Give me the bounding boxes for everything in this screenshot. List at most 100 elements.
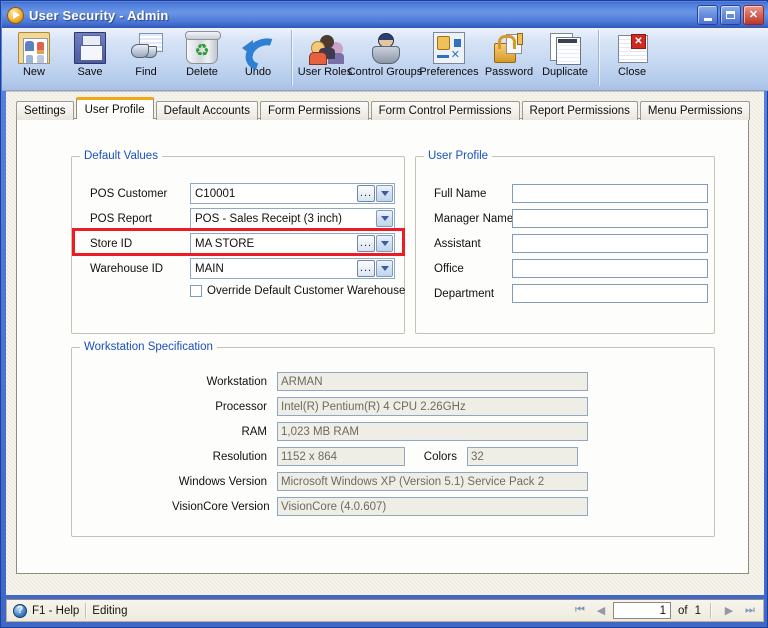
duplicate-button[interactable]: Duplicate xyxy=(537,28,593,78)
close-form-button[interactable]: Close xyxy=(604,28,660,78)
field-row-ram: RAM 1,023 MB RAM xyxy=(172,422,588,441)
warehouse-id-label: Warehouse ID xyxy=(90,262,164,275)
toolbar-separator xyxy=(291,30,292,86)
help-cell[interactable]: ? F1 - Help xyxy=(7,600,79,621)
save-button[interactable]: Save xyxy=(62,28,118,78)
override-checkbox[interactable] xyxy=(190,285,202,297)
find-button-label: Find xyxy=(135,66,157,78)
minimize-button[interactable] xyxy=(697,5,718,25)
tab-label: User Profile xyxy=(84,103,145,116)
tab-label: Form Control Permissions xyxy=(378,105,512,117)
record-pager: ⏮ ◀ 1 of 1 ▶ ⏭ xyxy=(571,600,759,621)
workstation-label: Workstation xyxy=(206,375,267,388)
visioncore-version-label: VisionCore Version xyxy=(172,500,270,513)
title-bar[interactable]: User Security - Admin ✕ xyxy=(2,2,768,28)
store-id-dropdown-button[interactable] xyxy=(376,235,393,252)
binoculars-icon xyxy=(130,32,163,64)
tab-label: Settings xyxy=(24,105,66,117)
status-bar: ? F1 - Help Editing ⏮ ◀ 1 of 1 ▶ ⏭ xyxy=(6,599,764,622)
window-controls: ✕ xyxy=(697,5,764,25)
tab-strip: Settings User Profile Default Accounts F… xyxy=(16,97,752,120)
warehouse-id-value: MAIN xyxy=(192,260,357,277)
store-id-ellipsis-button[interactable]: ... xyxy=(357,235,375,252)
department-label: Department xyxy=(434,287,495,300)
tab-label: Default Accounts xyxy=(163,105,250,117)
next-page-icon[interactable]: ▶ xyxy=(720,602,738,620)
pos-report-dropdown-button[interactable] xyxy=(376,210,393,227)
preferences-button[interactable]: Preferences xyxy=(417,28,481,78)
ram-value: 1,023 MB RAM xyxy=(277,422,588,441)
pos-customer-ellipsis-button[interactable]: ... xyxy=(357,185,375,202)
office-input[interactable] xyxy=(512,259,708,278)
pos-customer-dropdown-button[interactable] xyxy=(376,185,393,202)
delete-button-label: Delete xyxy=(186,66,218,78)
mode-label: Editing xyxy=(92,604,128,617)
warehouse-id-combo[interactable]: MAIN ... xyxy=(190,258,395,279)
field-row-visioncore-version: VisionCore Version VisionCore (4.0.607) xyxy=(172,497,588,516)
pos-report-label: POS Report xyxy=(90,212,152,225)
question-mark-icon: ? xyxy=(13,603,27,618)
current-page-input[interactable]: 1 xyxy=(613,602,671,619)
assistant-input[interactable] xyxy=(512,234,708,253)
toolbar-group-file: New Save Find Delete Undo xyxy=(6,28,286,78)
field-row-processor: Processor Intel(R) Pentium(R) 4 CPU 2.26… xyxy=(172,397,588,416)
workstation-value: ARMAN xyxy=(277,372,588,391)
tab-default-accounts[interactable]: Default Accounts xyxy=(155,101,258,120)
chevron-down-icon xyxy=(380,216,389,221)
client-area: Settings User Profile Default Accounts F… xyxy=(6,91,764,595)
tab-settings[interactable]: Settings xyxy=(16,101,74,120)
assistant-label: Assistant xyxy=(434,237,481,250)
pos-report-combo[interactable]: POS - Sales Receipt (3 inch) xyxy=(190,208,395,229)
window-title: User Security - Admin xyxy=(29,7,169,23)
new-button[interactable]: New xyxy=(6,28,62,78)
full-name-input[interactable] xyxy=(512,184,708,203)
pager-divider xyxy=(710,603,711,618)
control-groups-button[interactable]: Control Groups xyxy=(348,28,422,78)
pager-total-label: 1 xyxy=(694,604,701,617)
duplicate-pages-icon xyxy=(549,32,581,65)
store-id-combo[interactable]: MA STORE ... xyxy=(190,233,395,254)
store-id-label: Store ID xyxy=(90,237,133,250)
password-button[interactable]: Password xyxy=(481,28,537,78)
tab-form-permissions[interactable]: Form Permissions xyxy=(259,101,369,120)
delete-button[interactable]: Delete xyxy=(174,28,230,78)
field-row-warehouse-id: Warehouse ID MAIN ... xyxy=(90,258,395,279)
tab-user-profile[interactable]: User Profile xyxy=(75,97,154,119)
override-default-customer-warehouse-row[interactable]: Override Default Customer Warehouse xyxy=(190,285,405,297)
warehouse-id-dropdown-button[interactable] xyxy=(376,260,393,277)
last-page-icon[interactable]: ⏭ xyxy=(741,602,759,620)
pos-customer-combo[interactable]: C10001 ... xyxy=(190,183,395,204)
pos-customer-label: POS Customer xyxy=(90,187,168,200)
manager-name-input[interactable] xyxy=(512,209,708,228)
workstation-specification-group: Workstation Specification Workstation AR… xyxy=(71,341,715,537)
field-row-office: Office xyxy=(434,259,708,278)
first-page-icon[interactable]: ⏮ xyxy=(571,602,589,620)
recycle-bin-icon xyxy=(185,31,221,64)
windows-version-value: Microsoft Windows XP (Version 5.1) Servi… xyxy=(277,472,588,491)
previous-page-icon[interactable]: ◀ xyxy=(592,602,610,620)
visioncore-version-value: VisionCore (4.0.607) xyxy=(277,497,588,516)
tab-menu-permissions[interactable]: Menu Permissions xyxy=(639,101,751,120)
toolbar: New Save Find Delete Undo Us xyxy=(2,28,768,91)
toolbar-group-security: User Roles Control Groups Preferences Pa… xyxy=(297,28,593,78)
toolbar-group-close: Close xyxy=(604,28,660,78)
department-input[interactable] xyxy=(512,284,708,303)
password-button-label: Password xyxy=(484,66,534,78)
windows-version-label: Windows Version xyxy=(178,475,267,488)
warehouse-id-ellipsis-button[interactable]: ... xyxy=(357,260,375,277)
user-roles-button[interactable]: User Roles xyxy=(297,28,353,78)
undo-button[interactable]: Undo xyxy=(230,28,286,78)
control-groups-button-label: Control Groups xyxy=(347,66,423,78)
maximize-button[interactable] xyxy=(720,5,741,25)
find-button[interactable]: Find xyxy=(118,28,174,78)
resolution-value: 1152 x 864 xyxy=(277,447,405,466)
tab-form-control-permissions[interactable]: Form Control Permissions xyxy=(370,101,520,120)
tab-label: Menu Permissions xyxy=(647,105,743,117)
help-label: F1 - Help xyxy=(32,604,80,617)
override-checkbox-label: Override Default Customer Warehouse xyxy=(207,285,406,297)
close-button[interactable]: ✕ xyxy=(743,5,764,25)
field-row-resolution: Resolution 1152 x 864 Colors 32 xyxy=(172,447,578,466)
save-button-label: Save xyxy=(77,66,103,78)
tab-report-permissions[interactable]: Report Permissions xyxy=(521,101,638,120)
application-window: User Security - Admin ✕ New Save Find ♻ … xyxy=(0,0,768,628)
